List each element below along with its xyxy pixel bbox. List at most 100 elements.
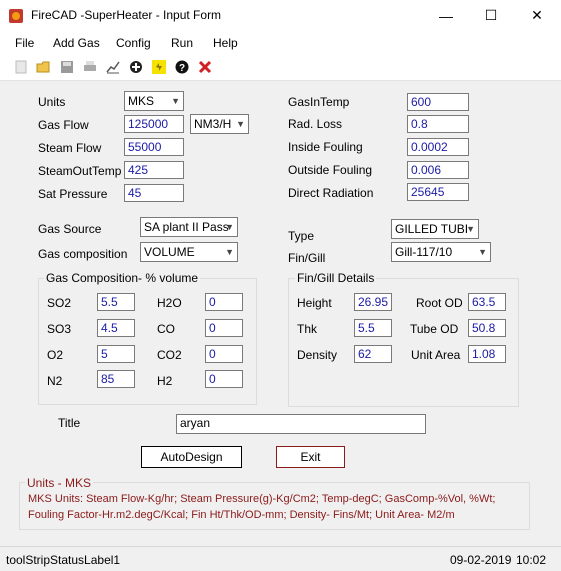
title-label: Title [58,416,81,430]
title-input[interactable]: aryan [176,414,426,434]
gas-in-temp-label: GasInTemp [288,95,350,109]
close-window-button[interactable]: ✕ [514,0,560,31]
rad-loss-input[interactable]: 0.8 [407,115,469,133]
status-label: toolStripStatusLabel1 [6,553,121,567]
h2-label: H2 [157,374,173,388]
fin-gill-select[interactable]: Gill-117/10 ▼ [391,242,491,262]
type-select[interactable]: GILLED TUBI ▼ [391,219,479,239]
gas-composition-group-title: Gas Composition- % volume [44,271,201,285]
app-icon [9,9,23,23]
open-icon[interactable] [36,59,52,75]
chart-icon[interactable] [105,59,121,75]
thk-input[interactable]: 5.5 [354,319,392,337]
steam-flow-label: Steam Flow [38,141,102,155]
units-info-title: Units - MKS [25,476,94,490]
menu-add-gas[interactable]: Add Gas [53,36,100,50]
direct-radiation-label: Direct Radiation [288,186,374,200]
steam-flow-input[interactable]: 55000 [124,138,184,156]
gas-composition-label: Gas composition [38,247,128,261]
chevron-down-icon: ▼ [225,222,234,232]
density-input[interactable]: 62 [354,345,392,363]
gas-composition-select[interactable]: VOLUME ▼ [140,242,238,262]
chevron-down-icon: ▼ [225,247,234,257]
root-od-label: Root OD [416,296,463,310]
units-label: Units [38,95,66,109]
h2o-input[interactable]: 0 [205,293,243,311]
auto-design-button[interactable]: AutoDesign [141,446,242,468]
n2-label: N2 [47,374,63,388]
h2o-label: H2O [157,296,182,310]
exit-button[interactable]: Exit [276,446,345,468]
delete-icon[interactable] [197,59,213,75]
tube-od-input[interactable]: 50.8 [468,319,506,337]
new-icon[interactable] [13,59,29,75]
steam-out-temp-label: SteamOutTemp [38,164,122,178]
save-icon[interactable] [59,59,75,75]
rad-loss-label: Rad. Loss [288,117,343,131]
gas-flow-label: Gas Flow [38,118,89,132]
n2-input[interactable]: 85 [97,370,135,388]
sat-pressure-input[interactable]: 45 [124,184,184,202]
inside-fouling-input[interactable]: 0.0002 [407,138,469,156]
menu-run[interactable]: Run [171,36,193,50]
thk-label: Thk [297,322,318,336]
fin-gill-value: Gill-117/10 [395,245,453,259]
so2-label: SO2 [47,296,72,310]
exit-label: Exit [300,450,321,464]
co-input[interactable]: 0 [205,319,243,337]
co2-label: CO2 [157,348,182,362]
gas-source-value: SA plant II Pass [144,220,229,234]
gas-source-select[interactable]: SA plant II Pass ▼ [140,217,238,237]
maximize-button[interactable]: ☐ [468,0,514,31]
help-icon[interactable]: ? [174,59,190,75]
minimize-button[interactable]: — [423,0,469,31]
chevron-down-icon: ▼ [236,119,245,129]
root-od-input[interactable]: 63.5 [468,293,506,311]
outside-fouling-label: Outside Fouling [288,163,373,177]
menu-file[interactable]: File [15,36,34,50]
chevron-down-icon: ▼ [171,96,180,106]
gas-in-temp-input[interactable]: 600 [407,93,469,111]
menu-help[interactable]: Help [213,36,238,50]
co2-input[interactable]: 0 [205,345,243,363]
chevron-down-icon: ▼ [466,224,475,234]
svg-text:?: ? [179,63,185,74]
gas-source-label: Gas Source [38,222,102,236]
gas-flow-unit-value: NM3/H [194,117,232,131]
chevron-down-icon: ▼ [478,247,487,257]
gas-flow-input[interactable]: 125000 [124,115,184,133]
status-date: 09-02-2019 [450,553,512,567]
auto-design-label: AutoDesign [160,450,223,464]
type-label: Type [288,229,315,243]
gas-flow-unit-select[interactable]: NM3/H ▼ [190,114,249,134]
unit-area-label: Unit Area [411,348,461,362]
direct-radiation-input[interactable]: 25645 [407,183,469,201]
height-input[interactable]: 26.95 [354,293,392,311]
steam-out-temp-input[interactable]: 425 [124,161,184,179]
so3-label: SO3 [47,322,72,336]
add-icon[interactable] [128,59,144,75]
unit-area-input[interactable]: 1.08 [468,345,506,363]
units-value: MKS [128,94,155,108]
sat-pressure-label: Sat Pressure [38,187,108,201]
so3-input[interactable]: 4.5 [97,319,135,337]
h2-input[interactable]: 0 [205,370,243,388]
run-icon[interactable] [151,59,167,75]
type-value: GILLED TUBI [395,222,469,236]
outside-fouling-input[interactable]: 0.006 [407,161,469,179]
co-label: CO [157,322,175,336]
inside-fouling-label: Inside Fouling [288,140,363,154]
gas-composition-value: VOLUME [144,245,195,259]
density-label: Density [297,348,338,362]
o2-input[interactable]: 5 [97,345,135,363]
window-title: FireCAD -SuperHeater - Input Form [31,8,222,22]
menu-config[interactable]: Config [116,36,151,50]
fin-gill-details-title: Fin/Gill Details [295,271,377,285]
status-time: 10:02 [516,553,547,567]
so2-input[interactable]: 5.5 [97,293,135,311]
o2-label: O2 [47,348,64,362]
units-select[interactable]: MKS ▼ [124,91,184,111]
print-icon[interactable] [82,59,98,75]
units-info-text: MKS Units: Steam Flow-Kg/hr; Steam Press… [28,493,496,521]
height-label: Height [297,296,332,310]
